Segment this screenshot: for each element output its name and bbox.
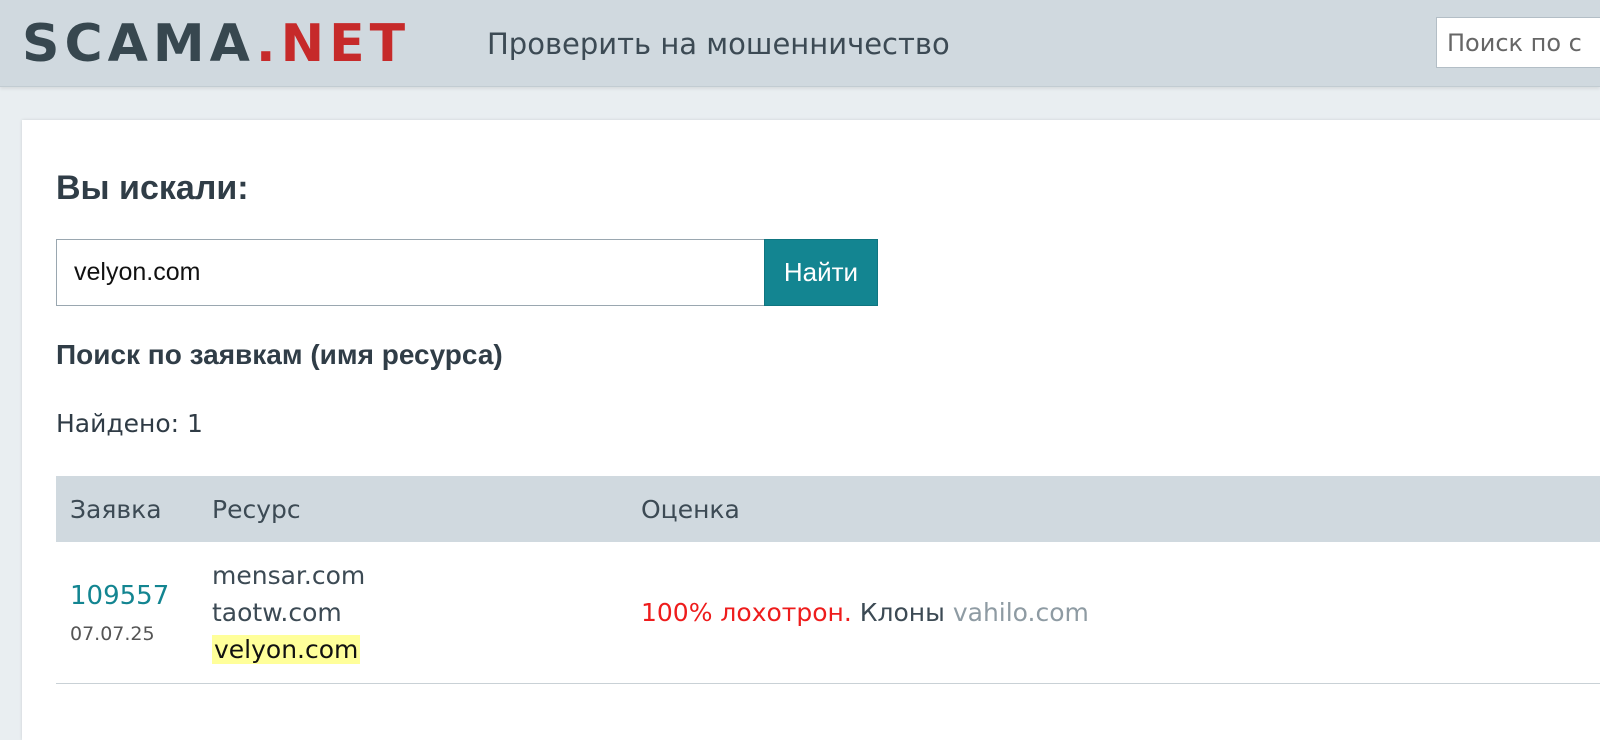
rating: 100% лохотрон. Клоны vahilo.com bbox=[641, 598, 1089, 627]
site-logo[interactable]: SCAMA.NET bbox=[22, 14, 410, 74]
page-title: Вы искали: bbox=[56, 169, 249, 207]
clone-link[interactable]: vahilo.com bbox=[953, 598, 1089, 627]
clones-label: Клоны bbox=[851, 597, 953, 627]
request-cell: 109557 07.07.25 bbox=[56, 542, 212, 684]
logo-text-net: .NET bbox=[255, 14, 411, 74]
column-header-resource: Ресурс bbox=[212, 476, 641, 542]
request-date: 07.07.25 bbox=[70, 623, 155, 646]
rating-cell: 100% лохотрон. Клоны vahilo.com bbox=[641, 542, 1600, 684]
main-search-input[interactable] bbox=[56, 239, 766, 306]
section-title: Поиск по заявкам (имя ресурса) bbox=[56, 339, 503, 370]
resource-item: taotw.com bbox=[212, 597, 342, 627]
content-card: Вы искали: Найти Поиск по заявкам (имя р… bbox=[22, 120, 1600, 740]
logo-text-scama: SCAMA bbox=[22, 14, 256, 74]
column-header-rating: Оценка bbox=[641, 476, 1600, 542]
resource-cell: mensar.com taotw.com velyon.com bbox=[212, 542, 641, 684]
resource-item: mensar.com bbox=[212, 560, 366, 590]
table-header-row: Заявка Ресурс Оценка bbox=[56, 476, 1600, 542]
verdict-text: 100% лохотрон. bbox=[641, 597, 852, 627]
search-form: Найти bbox=[56, 239, 878, 306]
nav-check-fraud-link[interactable]: Проверить на мошенничество bbox=[487, 24, 950, 64]
column-header-request: Заявка bbox=[56, 476, 212, 542]
header-search-input[interactable] bbox=[1436, 17, 1600, 68]
top-bar: SCAMA.NET Проверить на мошенничество bbox=[0, 0, 1600, 87]
find-button[interactable]: Найти bbox=[764, 239, 878, 306]
results-table: Заявка Ресурс Оценка 109557 07.07.25 men… bbox=[56, 476, 1600, 684]
request-id-link[interactable]: 109557 bbox=[70, 579, 212, 613]
found-count: Найдено: 1 bbox=[56, 409, 203, 438]
highlighted-resource-text: velyon.com bbox=[212, 634, 361, 664]
resource-item-highlighted: velyon.com bbox=[212, 631, 641, 668]
table-row: 109557 07.07.25 mensar.com taotw.com vel… bbox=[56, 542, 1600, 684]
